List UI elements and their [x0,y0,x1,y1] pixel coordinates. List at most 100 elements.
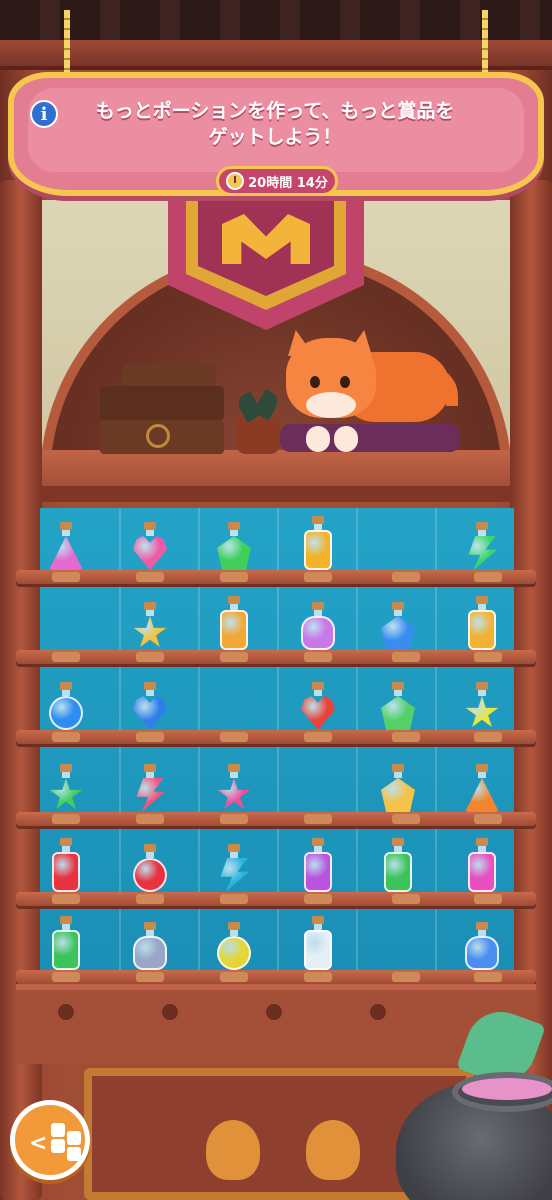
drawer-knob [58,1004,74,1020]
shelf-peg [474,894,502,904]
shelf-peg [304,572,332,582]
shelf-peg [392,814,420,824]
shelf-peg [304,814,332,824]
shelf-peg [52,894,80,904]
potion-round-icon[interactable] [44,674,88,730]
shelf-peg [474,652,502,662]
shelf-peg [474,972,502,982]
book-emblem-icon [146,424,170,448]
shelf-peg [220,972,248,982]
cat-paw [334,426,358,452]
potion-tall-icon[interactable] [296,514,340,570]
shelf-peg [304,652,332,662]
book [122,364,216,386]
potion-round-icon[interactable] [212,914,256,970]
cauldron-liquid [462,1078,552,1100]
shelf-peg [52,972,80,982]
shelf-peg [220,572,248,582]
drawer-knob [162,1004,178,1020]
event-message-line1: もっとポーションを作って、もっと賞品を [95,100,455,122]
oak-leaf-icon [306,1120,360,1180]
shelf-peg [392,894,420,904]
shelf-peg [474,732,502,742]
cat-eye [310,376,320,388]
potion-tall-icon[interactable] [296,914,340,970]
shelf-board [16,970,536,984]
potion-tall-icon[interactable] [460,836,504,892]
shelf-peg [136,972,164,982]
potion-tri-icon[interactable] [44,514,88,570]
potion-gem-icon[interactable] [376,594,420,650]
drawer-knob [266,1004,282,1020]
alcove-ledge [12,486,540,502]
lower-drawers [16,984,536,1064]
shelf-board [16,570,536,584]
potion-spiral-icon[interactable] [128,914,172,970]
potion-tall-icon[interactable] [376,836,420,892]
potion-star-icon[interactable] [460,674,504,730]
shelf-peg [220,894,248,904]
shelf-peg [52,572,80,582]
event-timer-text: 20時間 14分 [248,175,328,191]
cat-paw [306,426,330,452]
oak-leaf-icon [206,1120,260,1180]
shelf-peg [304,732,332,742]
shelf-peg [304,894,332,904]
shelf-peg [392,652,420,662]
shelf-peg [304,972,332,982]
event-message-line2: ゲットしよう！ [208,126,342,148]
shelf-peg [52,732,80,742]
shelf-board [16,730,536,744]
potion-heart-icon[interactable] [296,674,340,730]
shelf-peg [52,814,80,824]
shelf-peg [392,572,420,582]
potion-gem-icon[interactable] [212,514,256,570]
shelf-peg [220,814,248,824]
event-message: もっとポーションを作って、もっと賞品を ゲットしよう！ [70,98,480,150]
plant-pot [236,418,280,454]
potion-tall-icon[interactable] [44,914,88,970]
cat-eye [340,376,350,388]
potion-heart-icon[interactable] [128,514,172,570]
potion-round-icon[interactable] [128,836,172,892]
potion-tri-icon[interactable] [460,756,504,812]
shelf-board [16,650,536,664]
shelf-peg [220,732,248,742]
shelf-peg [136,732,164,742]
shelf-peg [52,652,80,662]
shelf-board [16,812,536,826]
info-icon[interactable]: i [30,100,58,128]
cat-face [306,392,356,418]
shelf-peg [136,572,164,582]
potion-star-icon[interactable] [44,756,88,812]
potion-tall-icon[interactable] [460,594,504,650]
potion-gem-icon[interactable] [376,674,420,730]
potion-tall-icon[interactable] [296,836,340,892]
game-scene: i もっとポーションを作って、もっと賞品を ゲットしよう！ 20時間 14分 < [0,0,552,1200]
potion-bolt-icon[interactable] [212,836,256,892]
potion-star-icon[interactable] [212,756,256,812]
shelf-board [16,892,536,906]
potion-heart-icon[interactable] [128,674,172,730]
potion-star-icon[interactable] [128,594,172,650]
stopwatch-icon [226,172,245,190]
potion-bolt-icon[interactable] [460,514,504,570]
potion-tall-icon[interactable] [212,594,256,650]
potion-spiral-icon[interactable] [296,594,340,650]
potion-spiral-icon[interactable] [460,914,504,970]
event-timer: 20時間 14分 [216,166,338,196]
shelf-peg [474,814,502,824]
shelf-peg [136,894,164,904]
book [100,386,224,420]
drawer-knob [370,1004,386,1020]
shelf-peg [136,652,164,662]
potion-bolt-icon[interactable] [128,756,172,812]
potion-gem-icon[interactable] [376,756,420,812]
shelf-peg [392,972,420,982]
top-rail [0,40,552,70]
back-button[interactable]: < [10,1100,90,1180]
shelf-peg [392,732,420,742]
shelf-peg [136,814,164,824]
puzzle-blocks-icon [43,1123,83,1163]
potion-tall-icon[interactable] [44,836,88,892]
